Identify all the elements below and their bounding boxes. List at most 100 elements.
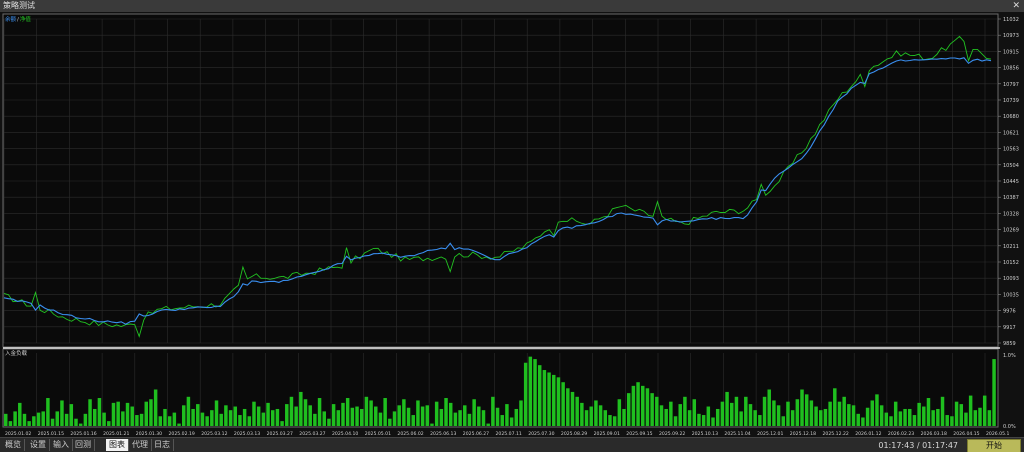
load-bar	[870, 400, 875, 426]
load-bar	[851, 405, 856, 426]
load-bar	[153, 389, 158, 426]
y-tick-label: 10445	[1003, 179, 1019, 185]
load-bar	[444, 398, 448, 426]
load-bar	[102, 412, 106, 426]
load-bar	[18, 402, 22, 426]
start-button[interactable]: 开始	[967, 439, 1021, 452]
load-bar	[88, 399, 92, 426]
load-bar	[772, 400, 776, 426]
load-bar	[823, 408, 828, 426]
load-bar	[603, 410, 608, 426]
load-bar	[940, 396, 945, 426]
legend: 余额/净值	[5, 15, 31, 23]
load-bar	[289, 396, 294, 426]
load-bar	[523, 362, 528, 426]
load-bar	[982, 395, 987, 426]
load-bar	[210, 410, 214, 426]
load-bar	[650, 393, 654, 426]
load-bar	[669, 401, 673, 426]
load-bar	[903, 408, 907, 426]
load-bar	[580, 402, 584, 426]
load-bar	[748, 404, 753, 426]
load-bar	[93, 408, 97, 426]
load-bar	[664, 408, 668, 426]
load-bar	[280, 421, 284, 426]
load-bar	[776, 405, 781, 426]
tab-backtest[interactable]: 回测	[72, 439, 95, 451]
load-bar	[36, 412, 41, 426]
load-bar	[847, 404, 851, 426]
load-bar	[359, 408, 364, 426]
load-bar	[594, 400, 598, 426]
close-icon[interactable]: ✕	[1012, 0, 1020, 12]
load-bar	[744, 396, 748, 426]
load-bar	[598, 405, 603, 426]
tab-inputs[interactable]: 输入	[50, 439, 73, 451]
y-tick-label: 11032	[1003, 17, 1019, 23]
load-bar	[125, 402, 130, 426]
load-bar	[987, 410, 992, 426]
y-tick-label: 10915	[1003, 49, 1019, 55]
load-bar	[837, 401, 842, 426]
load-bar	[341, 402, 345, 426]
y-tick-label: 10387	[1003, 195, 1019, 201]
load-bar	[425, 405, 430, 426]
load-bar	[636, 382, 640, 426]
load-bar	[617, 399, 622, 426]
tab-agents[interactable]: 代理	[129, 439, 152, 451]
load-bar	[270, 410, 275, 426]
load-bar	[430, 423, 434, 426]
tab-overview[interactable]: 概览	[2, 439, 25, 451]
load-bar	[78, 423, 83, 426]
load-bar	[964, 412, 968, 426]
load-bar	[74, 418, 78, 426]
y-tick-label: 10035	[1003, 292, 1019, 298]
load-bar	[758, 415, 762, 426]
load-bar	[167, 416, 172, 426]
load-bar	[570, 391, 575, 426]
load-bar	[711, 417, 715, 426]
tab-journal[interactable]: 日志	[151, 439, 174, 451]
load-bar	[753, 410, 757, 426]
load-bar	[861, 417, 865, 426]
load-bar	[926, 398, 931, 426]
load-bar	[908, 408, 912, 426]
window-title: 策略测试	[3, 1, 35, 10]
load-bar	[111, 402, 116, 426]
tab-graph[interactable]: 图表	[106, 439, 129, 451]
load-bar	[205, 416, 209, 426]
load-bar	[819, 410, 823, 426]
load-bar	[701, 415, 706, 426]
tab-settings[interactable]: 设置	[27, 439, 50, 451]
load-bar	[491, 396, 495, 426]
load-bar	[875, 394, 879, 426]
load-bar	[233, 406, 237, 426]
y-tick-label: 9976	[1003, 309, 1016, 315]
load-bar	[285, 404, 289, 426]
load-bar	[327, 418, 331, 426]
load-bar	[317, 398, 322, 426]
load-bar	[32, 416, 36, 426]
load-bar	[809, 400, 814, 426]
y-tick-label: 10211	[1003, 244, 1019, 250]
load-bar	[158, 416, 163, 426]
load-bar	[27, 421, 31, 426]
load-bar	[589, 406, 593, 426]
load-bar	[463, 405, 467, 426]
y-tick-label: 10797	[1003, 82, 1019, 88]
load-bar	[884, 412, 889, 426]
load-bar	[275, 408, 280, 426]
load-bar	[60, 400, 64, 426]
load-bar	[336, 410, 341, 426]
load-bar	[434, 401, 439, 426]
load-bar	[467, 413, 472, 426]
load-bar	[397, 405, 401, 426]
sub-chart-label: 入金负载	[5, 349, 28, 357]
load-bar	[69, 404, 74, 426]
load-bar	[954, 401, 959, 426]
load-bar	[224, 405, 228, 426]
load-bar	[46, 398, 50, 426]
load-bar	[177, 423, 181, 426]
load-bar	[575, 396, 579, 426]
load-bar	[645, 388, 650, 426]
